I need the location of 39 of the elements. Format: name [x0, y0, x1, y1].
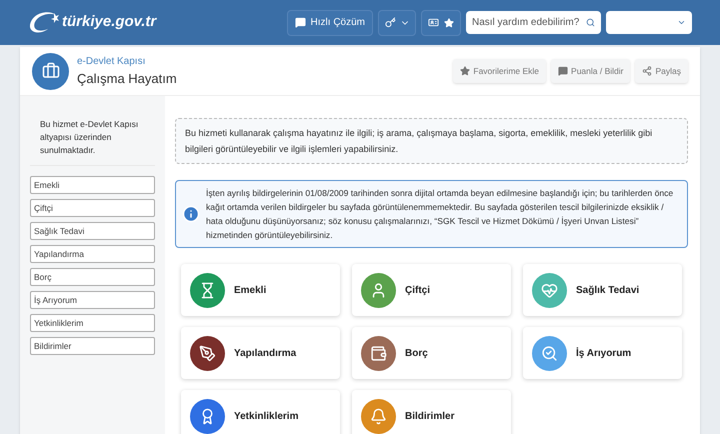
- page-title: Çalışma Hayatım: [77, 70, 177, 88]
- site-logo[interactable]: türkiye.gov.tr: [62, 11, 156, 34]
- service-tile[interactable]: Yetkinliklerim: [181, 390, 340, 434]
- sidebar-link[interactable]: Yapılandırma: [30, 245, 155, 263]
- id-card-icon: [428, 17, 439, 28]
- profile-favorites-button[interactable]: [421, 10, 461, 36]
- key-icon: [384, 17, 396, 28]
- search-field[interactable]: Nasıl yardım edebilirim?: [466, 11, 601, 34]
- service-tile[interactable]: Çiftçi: [352, 264, 511, 316]
- service-tile[interactable]: Bildirimler: [352, 390, 511, 434]
- info-icon: [182, 205, 200, 223]
- chat-icon: [294, 17, 306, 28]
- service-tile[interactable]: Borç: [352, 327, 511, 379]
- service-tile[interactable]: Sağlık Tedavi: [523, 264, 682, 316]
- quick-solution-button[interactable]: Hızlı Çözüm: [286, 10, 373, 36]
- sidebar-link[interactable]: İş Arıyorum: [30, 291, 155, 309]
- service-tile[interactable]: Yapılandırma: [181, 327, 340, 379]
- star-icon: [460, 66, 470, 76]
- action-button[interactable]: Puanla / Bildir: [551, 59, 630, 83]
- action-button[interactable]: Paylaş: [635, 59, 688, 83]
- description-box: Bu hizmeti kullanarak çalışma hayatınız ile ilgili; iş arama, çalışmaya başlama, sigorta, emeklilik, mesleki yeterlilik gibi bilgileri görüntüleyebilir ve ilgili işlemleri yapabilirsiniz.: [175, 118, 688, 164]
- comment-icon: [558, 66, 568, 76]
- share-icon: [642, 66, 652, 76]
- service-tile[interactable]: Emekli: [181, 264, 340, 316]
- action-button[interactable]: Favorilerime Ekle: [453, 59, 546, 83]
- sidebar-link[interactable]: Çiftçi: [30, 199, 155, 217]
- breadcrumb-link[interactable]: e-Devlet Kapısı: [77, 54, 177, 69]
- sidebar-link[interactable]: Yetkinliklerim: [30, 314, 155, 332]
- service-tile[interactable]: İş Arıyorum: [523, 327, 682, 379]
- star-icon: [444, 18, 454, 28]
- sidebar-link[interactable]: Emekli: [30, 176, 155, 194]
- sidebar-link[interactable]: Bildirimler: [30, 337, 155, 355]
- sidebar-note: Bu hizmet e-Devlet Kapısı altyapısı üzerinden sunulmaktadır.: [30, 118, 155, 166]
- caret-icon: [677, 18, 686, 27]
- info-text: İşten ayrılış bildirgelerinin 01/08/2009 tarihinden sonra dijital ortamda beyan edilmesine başlandığı için; bu tarihlerden önce kağıt ortamda verilen bildirgeler bu sayfada görüntülenemmemektedir. Bu sayfada gösterilen tescil bilgilerinizde eksiklik / hata olduğunu düşünüyorsanız; söz konusu çalışmalarınızı, “SGK Tescil ve Hizmet Dökümü / İşyeri Unvan Listesi” hizmetinden görüntüleyebilirsiniz.: [206, 187, 674, 242]
- search-icon: [586, 18, 595, 27]
- sidebar-link[interactable]: Borç: [30, 268, 155, 286]
- key-menu-button[interactable]: [378, 10, 416, 36]
- sidebar-link[interactable]: Sağlık Tedavi: [30, 222, 155, 240]
